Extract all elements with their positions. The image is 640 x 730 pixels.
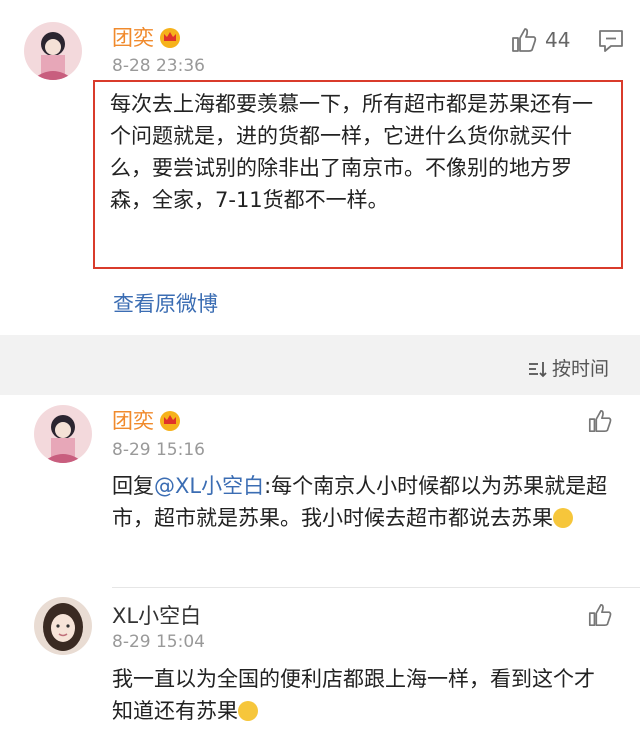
comment-text: 回复@XL小空白:每个南京人小时候都以为苏果就是超市，超市就是苏果。我小时候去超… [112, 474, 608, 530]
laughing-emoji-icon [553, 508, 573, 528]
post-username[interactable]: 团奕 [112, 22, 182, 53]
divider [112, 587, 640, 588]
mention-link[interactable]: @XL小空白 [154, 474, 264, 498]
comment-text: 我一直以为全国的便利店都跟上海一样，看到这个才知道还有苏果 [112, 667, 595, 723]
thumbs-up-icon[interactable] [510, 26, 538, 58]
post-timestamp: 8-28 23:36 [112, 56, 205, 76]
laughing-emoji-icon [238, 701, 258, 721]
comment-timestamp: 8-29 15:16 [112, 440, 205, 460]
sort-toggle[interactable]: 按时间 [528, 354, 609, 381]
avatar[interactable] [34, 597, 92, 655]
comment-icon[interactable] [598, 28, 624, 58]
thumbs-up-icon[interactable] [587, 408, 613, 438]
thumbs-up-icon[interactable] [587, 602, 613, 632]
sort-icon [528, 358, 552, 380]
like-count: 44 [545, 28, 571, 52]
comment-username[interactable]: XL小空白 [112, 600, 201, 630]
crown-badge-icon [158, 26, 182, 53]
avatar[interactable] [34, 405, 92, 463]
view-original-link[interactable]: 查看原微博 [113, 288, 218, 318]
avatar[interactable] [24, 22, 82, 80]
comment-username[interactable]: 团奕 [112, 405, 182, 436]
post-text: 每次去上海都要羡慕一下，所有超市都是苏果还有一个问题就是，进的货都一样，它进什么… [110, 92, 593, 212]
comment-timestamp: 8-29 15:04 [112, 632, 205, 652]
crown-badge-icon [158, 409, 182, 436]
